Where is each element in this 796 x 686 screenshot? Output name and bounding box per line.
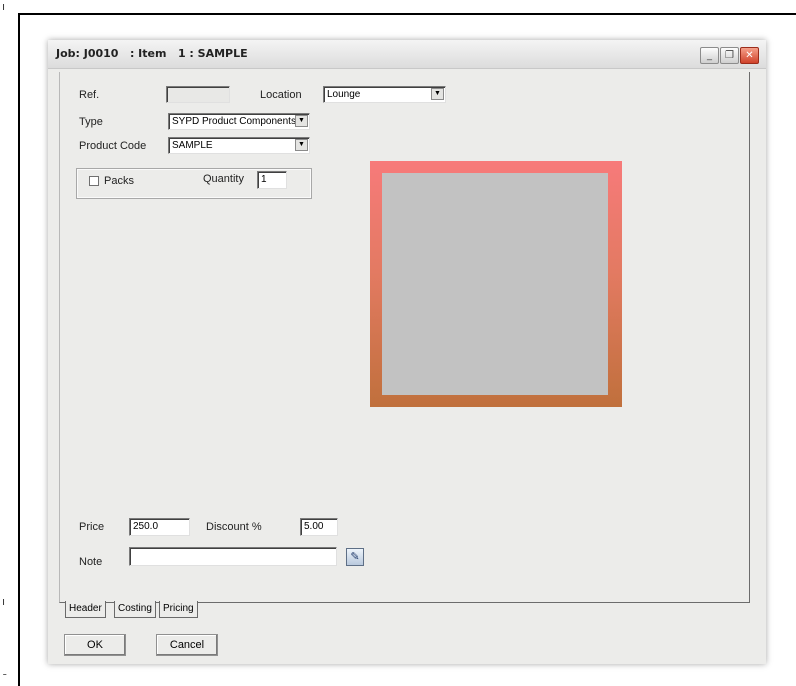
- window-title: Job: J0010 : Item 1 : SAMPLE: [56, 47, 248, 60]
- packs-label: Packs: [104, 175, 134, 187]
- location-label: Location: [260, 89, 302, 101]
- price-label: Price: [79, 521, 105, 533]
- corner-glyph-bottom: ˉ: [2, 672, 8, 685]
- note-edit-icon[interactable]: ✎: [346, 548, 364, 566]
- type-label: Type: [79, 116, 103, 128]
- chevron-down-icon[interactable]: ▼: [295, 115, 308, 127]
- type-dropdown[interactable]: SYPD Product Components ▼: [168, 113, 310, 130]
- product-code-label: Product Code: [79, 140, 147, 152]
- close-button[interactable]: ✕: [740, 47, 759, 64]
- discount-label: Discount %: [206, 521, 262, 533]
- tab-pricing[interactable]: Pricing: [159, 601, 198, 618]
- note-label: Note: [79, 556, 103, 568]
- ref-field[interactable]: [166, 86, 230, 103]
- frame-top-line: [18, 13, 796, 15]
- type-value: SYPD Product Components: [172, 116, 296, 127]
- title-bar[interactable]: Job: J0010 : Item 1 : SAMPLE _ ❐ ✕: [48, 40, 766, 69]
- quantity-field[interactable]: 1: [257, 171, 287, 189]
- location-dropdown[interactable]: Lounge ▼: [323, 86, 446, 103]
- item-window: Job: J0010 : Item 1 : SAMPLE _ ❐ ✕ Ref. …: [48, 40, 766, 664]
- quantity-label: Quantity: [203, 173, 244, 185]
- product-code-dropdown[interactable]: SAMPLE ▼: [168, 137, 310, 154]
- corner-glyph-top: ı: [2, 0, 6, 13]
- note-field[interactable]: [129, 547, 337, 566]
- location-value: Lounge: [327, 89, 361, 100]
- minimize-button[interactable]: _: [700, 47, 719, 64]
- tab-header[interactable]: Header: [65, 601, 106, 618]
- discount-field[interactable]: 5.00: [300, 518, 338, 536]
- corner-glyph-mid: ı: [2, 595, 6, 608]
- ref-label: Ref.: [79, 89, 100, 101]
- restore-button[interactable]: ❐: [720, 47, 739, 64]
- tab-costing[interactable]: Costing: [114, 601, 156, 618]
- price-field[interactable]: 250.0: [129, 518, 190, 536]
- cancel-button[interactable]: Cancel: [156, 634, 218, 656]
- ok-button[interactable]: OK: [64, 634, 126, 656]
- product-code-value: SAMPLE: [172, 140, 213, 151]
- chevron-down-icon[interactable]: ▼: [431, 88, 444, 100]
- frame-left-line: [18, 13, 20, 686]
- packs-checkbox[interactable]: [89, 176, 99, 186]
- color-swatch-fill: [382, 173, 608, 395]
- chevron-down-icon[interactable]: ▼: [295, 139, 308, 151]
